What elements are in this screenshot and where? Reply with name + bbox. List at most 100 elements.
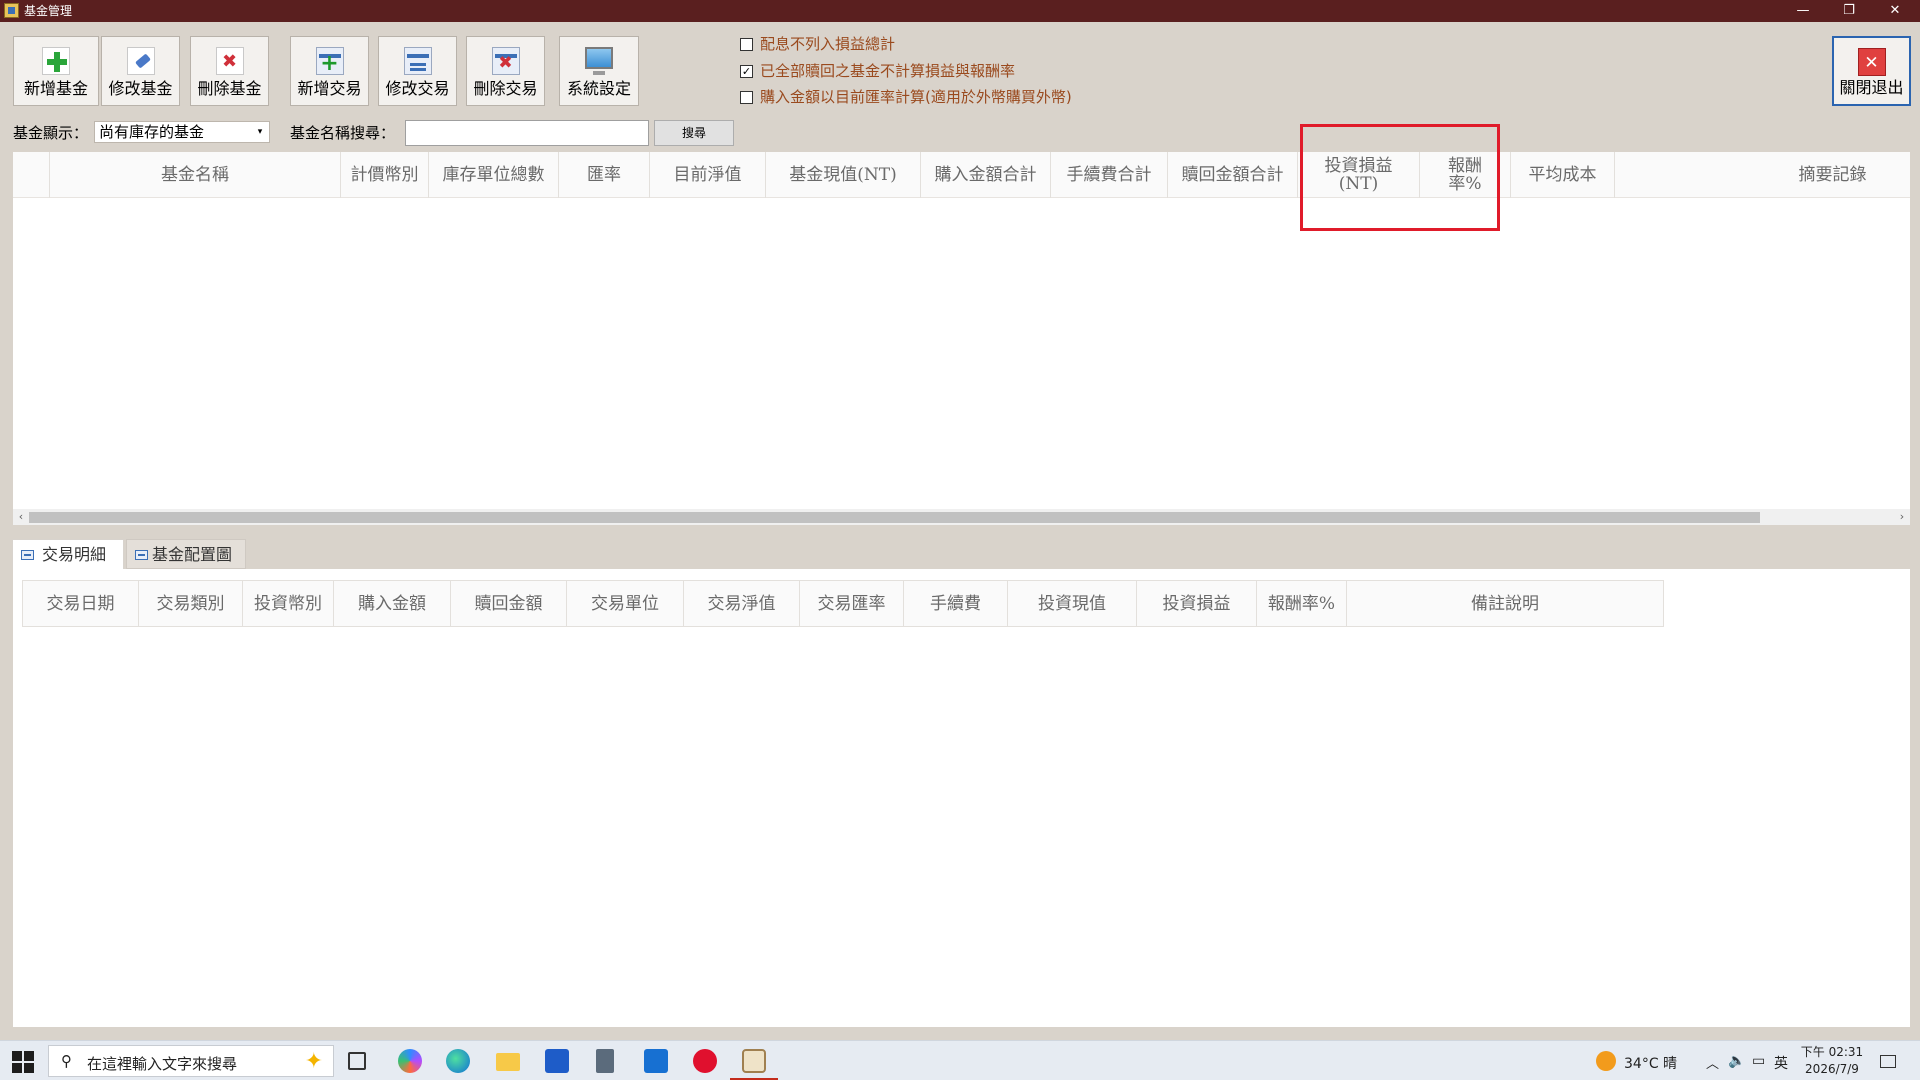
table-icon [135,550,148,560]
col-fee[interactable]: 手續費 [904,581,1008,627]
monitor-icon [585,47,613,75]
fund-search-input[interactable] [405,120,649,146]
delete-transaction-button[interactable]: 刪除交易 [466,36,545,106]
delete-transaction-icon [491,47,520,75]
col-exchange-rate[interactable]: 匯率 [559,152,650,198]
scroll-right-icon[interactable]: › [1894,509,1910,525]
edit-fund-label: 修改基金 [108,79,173,98]
window-title: 基金管理 [24,4,73,18]
fund-grid-header: 基金名稱 計價幣別 庫存單位總數 匯率 目前淨值 基金現值(NT) 購入金額合計… [13,152,1910,198]
col-current-value[interactable]: 基金現值(NT) [766,152,921,198]
transaction-grid-header: 交易日期 交易類別 投資幣別 購入金額 贖回金額 交易單位 交易淨值 交易匯率 … [22,580,1664,627]
calculator-icon[interactable] [596,1049,614,1073]
system-settings-label: 系統設定 [566,79,631,98]
dropdown-arrow-icon: ▾ [257,127,263,137]
option-label: 購入金額以目前匯率計算(適用於外幣購買外幣) [760,88,1072,106]
close-button[interactable]: ✕ [1872,0,1918,22]
tab-label: 基金配置圖 [152,545,233,564]
checkbox[interactable] [740,91,753,104]
option-label: 已全部贖回之基金不計算損益與報酬率 [760,62,1016,80]
weather-icon [1596,1051,1616,1071]
option-label: 配息不列入損益總計 [760,35,896,53]
col-return-rate[interactable]: 報酬率% [1257,581,1347,627]
col-average-cost[interactable]: 平均成本 [1511,152,1615,198]
col-blank [1615,152,1755,198]
exit-icon [1857,48,1886,76]
fund-grid-hscrollbar[interactable]: ‹ › [13,509,1910,525]
col-remarks[interactable]: 備註說明 [1347,581,1663,627]
tab-transaction-details[interactable]: 交易明細 [12,539,124,569]
col-trade-units[interactable]: 交易單位 [567,581,684,627]
edit-fund-button[interactable]: 修改基金 [101,36,180,106]
taskbar-search-box[interactable]: ⚲ 在這裡輸入文字來搜尋 ✦ [48,1045,334,1077]
windows-start-icon[interactable] [12,1051,34,1073]
col-fund-name[interactable]: 基金名稱 [50,152,341,198]
microsoft-store-icon[interactable] [545,1049,569,1073]
task-view-icon[interactable] [348,1052,366,1070]
app-icon [4,3,19,18]
col-redeem-total[interactable]: 贖回金額合計 [1168,152,1298,198]
scroll-left-icon[interactable]: ‹ [13,509,29,525]
exit-button[interactable]: 關閉退出 [1832,36,1911,106]
weather-text[interactable]: 34°C 晴 [1624,1053,1677,1073]
fund-manager-window: 基金管理 — ❐ ✕ 新增基金 修改基金 刪除基金 新增交易 修改交易 刪除交易… [0,0,1920,1080]
col-currency[interactable]: 計價幣別 [341,152,429,198]
checkbox[interactable]: ✓ [740,65,753,78]
checkbox[interactable] [740,38,753,51]
col-redeem-amount[interactable]: 贖回金額 [451,581,567,627]
clock[interactable]: 下午 02:31 2026/7/9 [1800,1044,1864,1078]
add-transaction-icon [315,47,344,76]
fund-display-label: 基金顯示： [13,124,89,142]
notification-icon[interactable] [1880,1055,1896,1068]
clock-date: 2026/7/9 [1805,1062,1859,1076]
search-button[interactable]: 搜尋 [654,120,734,146]
ime-indicator[interactable]: 英 [1774,1053,1788,1073]
delete-fund-button[interactable]: 刪除基金 [190,36,269,106]
fund-display-select[interactable]: 尚有庫存的基金 ▾ [94,121,270,143]
col-investment-currency[interactable]: 投資幣別 [243,581,334,627]
transaction-panel: 交易日期 交易類別 投資幣別 購入金額 贖回金額 交易單位 交易淨值 交易匯率 … [13,569,1910,1027]
col-purchase-amount[interactable]: 購入金額 [334,581,451,627]
chevron-up-icon[interactable]: ︿ [1706,1053,1719,1072]
media-player-icon[interactable] [693,1049,717,1073]
file-explorer-icon[interactable] [496,1053,520,1071]
fund-display-value: 尚有庫存的基金 [99,123,205,141]
minimize-button[interactable]: — [1780,0,1826,22]
edit-transaction-button[interactable]: 修改交易 [378,36,457,106]
copilot-sparkle-icon: ✦ [304,1049,323,1074]
restore-button[interactable]: ❐ [1826,0,1872,22]
network-icon[interactable]: ▭ [1752,1053,1765,1069]
add-fund-icon [42,47,70,75]
col-summary[interactable]: 摘要記錄 [1755,152,1910,198]
search-icon: ⚲ [61,1052,72,1070]
fund-grid[interactable]: 基金名稱 計價幣別 庫存單位總數 匯率 目前淨值 基金現值(NT) 購入金額合計… [13,152,1910,525]
fund-manager-app-icon[interactable] [742,1049,766,1073]
add-transaction-button[interactable]: 新增交易 [290,36,369,106]
col-fee-total[interactable]: 手續費合計 [1051,152,1168,198]
edit-fund-icon [126,47,155,75]
edit-transaction-label: 修改交易 [385,79,450,98]
add-fund-label: 新增基金 [23,79,88,98]
fund-search-label: 基金名稱搜尋： [290,124,396,142]
col-investment-pnl[interactable]: 投資損益 [1137,581,1257,627]
outlook-icon[interactable] [644,1049,668,1073]
title-bar: 基金管理 — ❐ ✕ [0,0,1920,22]
edge-browser-icon[interactable] [446,1049,470,1073]
col-purchase-total[interactable]: 購入金額合計 [921,152,1051,198]
delete-fund-icon [215,47,244,75]
speaker-icon[interactable]: 🔈 [1728,1053,1745,1069]
col-investment-value[interactable]: 投資現值 [1008,581,1137,627]
tab-label: 交易明細 [42,545,107,564]
copilot-icon[interactable] [398,1049,422,1073]
col-total-units[interactable]: 庫存單位總數 [429,152,559,198]
col-trade-type[interactable]: 交易類別 [139,581,243,627]
tab-fund-allocation[interactable]: 基金配置圖 [126,539,246,569]
add-fund-button[interactable]: 新增基金 [13,36,99,106]
system-settings-button[interactable]: 系統設定 [559,36,639,106]
col-trade-date[interactable]: 交易日期 [23,581,139,627]
col-current-nav[interactable]: 目前淨值 [650,152,766,198]
scroll-thumb[interactable] [29,512,1760,523]
col-trade-nav[interactable]: 交易淨值 [684,581,800,627]
delete-transaction-label: 刪除交易 [473,79,538,98]
col-trade-rate[interactable]: 交易匯率 [800,581,904,627]
